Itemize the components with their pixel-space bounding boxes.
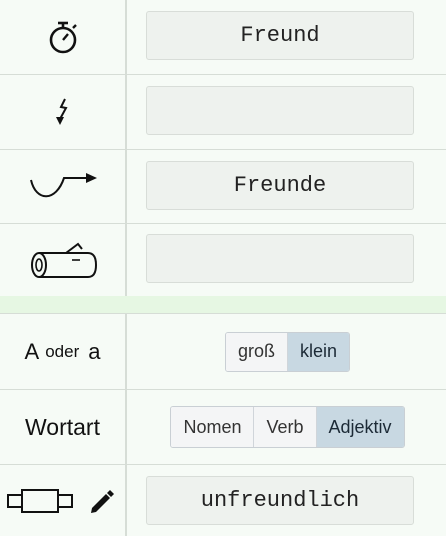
word-form-table: Freund Freunde A oder a groß klein Worta…	[0, 0, 446, 536]
case-option-gross[interactable]: groß	[225, 332, 288, 371]
plural-field[interactable]: Freunde	[146, 161, 414, 210]
lightning-arrow-icon	[55, 98, 68, 125]
row-plural: Freunde	[0, 150, 446, 224]
umlaut-field[interactable]	[146, 86, 414, 135]
case-toggle: groß klein	[224, 331, 351, 372]
row-case: A oder a groß klein	[0, 314, 446, 390]
stopwatch-icon	[49, 21, 77, 54]
section-separator	[0, 296, 446, 314]
row-stem	[0, 224, 446, 296]
wordtype-option-verb[interactable]: Verb	[254, 407, 317, 447]
case-option-klein[interactable]: klein	[287, 332, 350, 371]
singular-field[interactable]: Freund	[146, 11, 414, 60]
wordtype-label: Wortart	[25, 413, 100, 440]
wordtype-option-adjektiv[interactable]: Adjektiv	[316, 407, 404, 447]
wordtype-option-nomen[interactable]: Nomen	[171, 407, 255, 447]
component-icon	[7, 488, 73, 513]
log-icon	[30, 242, 97, 278]
case-label-oder: oder	[45, 341, 80, 361]
case-label-upper: A	[24, 338, 40, 364]
derived-word-field[interactable]: unfreundlich	[146, 476, 414, 525]
icon-cell	[0, 0, 127, 74]
case-label-lower: a	[88, 338, 101, 364]
row-singular: Freund	[0, 0, 446, 75]
curved-arrow-icon	[29, 172, 97, 197]
row-derived: unfreundlich	[0, 465, 446, 536]
row-umlaut	[0, 75, 446, 150]
pencil-icon[interactable]	[89, 488, 115, 514]
wordtype-toggle: Nomen Verb Adjektiv	[170, 406, 405, 448]
stem-field[interactable]	[146, 234, 414, 283]
row-wordtype: Wortart Nomen Verb Adjektiv	[0, 390, 446, 465]
